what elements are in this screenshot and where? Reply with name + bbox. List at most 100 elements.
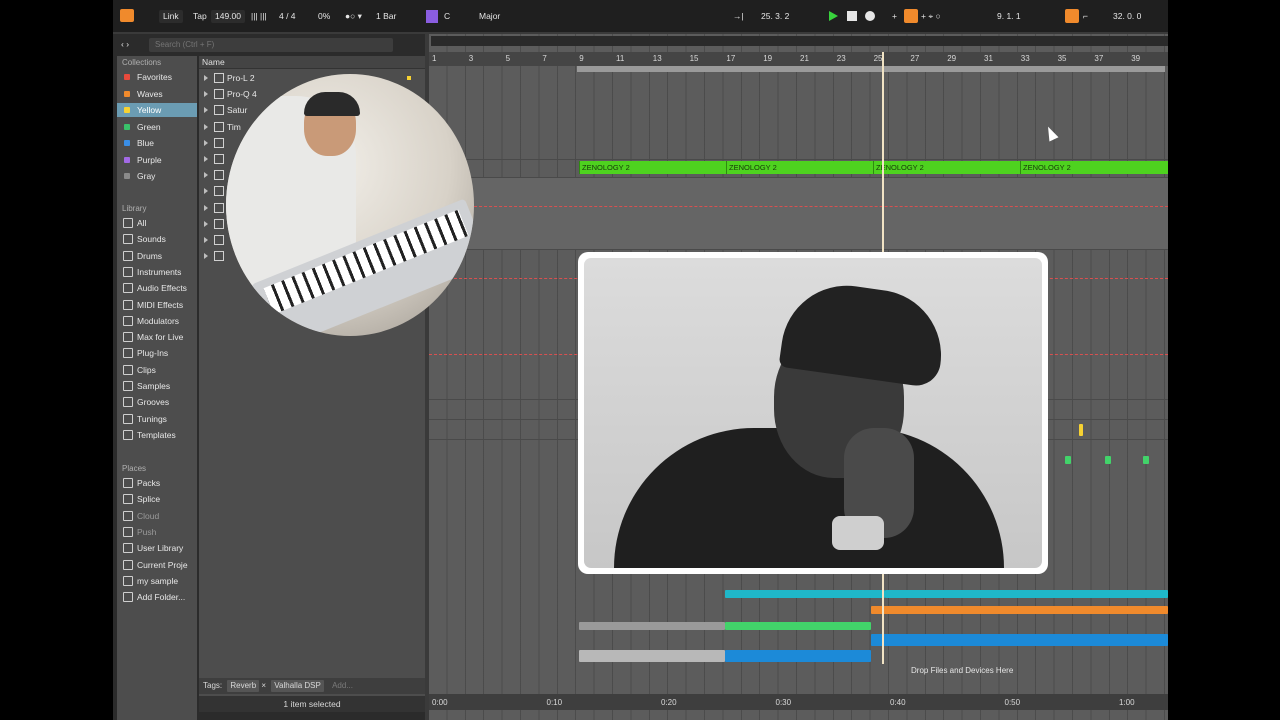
midi-clip-notes[interactable] xyxy=(725,590,885,598)
midi-note[interactable] xyxy=(1143,456,1149,464)
audio-clip[interactable] xyxy=(579,650,725,662)
place-item-user-library[interactable]: User Library xyxy=(117,541,197,555)
expand-icon[interactable] xyxy=(204,237,208,243)
audio-clip[interactable] xyxy=(871,634,1168,646)
place-item-my-sample[interactable]: my sample xyxy=(117,574,197,588)
tap-button[interactable]: Tap xyxy=(193,10,207,23)
collection-favorites[interactable]: Favorites xyxy=(117,70,197,84)
place-label: Splice xyxy=(137,494,161,505)
overdub-icon[interactable]: + xyxy=(892,10,897,23)
expand-icon[interactable] xyxy=(204,172,208,179)
library-item-midi-effects[interactable]: MIDI Effects xyxy=(117,298,197,312)
midi-clip[interactable]: ZENOLOGY 2 xyxy=(873,161,1020,174)
library-item-sounds[interactable]: Sounds xyxy=(117,232,197,246)
reenable-automation-icon[interactable]: + ⌖ ○ xyxy=(921,10,941,23)
library-item-audio-effects[interactable]: Audio Effects xyxy=(117,281,197,295)
tag-chip[interactable]: Valhalla DSP xyxy=(271,680,324,692)
search-input[interactable] xyxy=(149,38,393,52)
library-item-drums[interactable]: Drums xyxy=(117,249,197,263)
record-icon[interactable] xyxy=(865,11,875,21)
midi-clip[interactable]: ZENOLOGY 2 xyxy=(579,161,726,174)
metronome-icon[interactable]: ●○ ▾ xyxy=(345,10,362,23)
collection-blue[interactable]: Blue xyxy=(117,136,197,150)
stop-icon[interactable] xyxy=(847,11,857,21)
link-button[interactable]: Link xyxy=(159,10,183,23)
expand-icon[interactable] xyxy=(204,156,208,162)
collection-gray[interactable]: Gray xyxy=(117,169,197,183)
quantize-menu[interactable]: 1 Bar xyxy=(376,10,396,23)
place-item-splice[interactable]: Splice xyxy=(117,492,197,506)
nudge-icon[interactable]: ||| ||| xyxy=(251,10,267,23)
back-forward-icon[interactable]: ‹ › xyxy=(121,38,129,51)
arrangement-overview[interactable] xyxy=(431,36,1168,46)
groove-amount-field[interactable]: 0% xyxy=(318,10,330,23)
expand-icon[interactable] xyxy=(204,123,208,130)
beat-time-ruler[interactable]: 1 3 5 7 9 11 13 15 17 19 21 23 25 27 29 31 33 35 37 39 xyxy=(429,52,1168,66)
place-item-push[interactable]: Push xyxy=(117,525,197,539)
library-item-grooves[interactable]: Grooves xyxy=(117,395,197,409)
library-item-all[interactable]: All xyxy=(117,216,197,230)
collection-purple[interactable]: Purple xyxy=(117,153,197,167)
name-column-header[interactable]: Name xyxy=(199,56,425,69)
midi-note[interactable] xyxy=(1079,424,1083,436)
track-lane[interactable] xyxy=(429,178,1168,250)
expand-icon[interactable] xyxy=(204,188,208,195)
place-label: Packs xyxy=(137,478,161,488)
loop-length-field[interactable]: 32. 0. 0 xyxy=(1113,10,1141,23)
place-item-current-proje[interactable]: Current Proje xyxy=(117,558,197,572)
loop-start-field[interactable]: 9. 1. 1 xyxy=(997,10,1021,23)
track-lane[interactable]: ZENOLOGY 2 ZENOLOGY 2 ZENOLOGY 2 ZENOLOGY 2 xyxy=(429,160,1168,178)
midi-note[interactable] xyxy=(1065,456,1071,464)
place-item-add-folder-[interactable]: Add Folder... xyxy=(117,590,197,604)
expand-icon[interactable] xyxy=(204,204,208,211)
automation-line[interactable] xyxy=(429,206,1168,207)
loop-brace[interactable] xyxy=(577,66,1165,72)
scale-select[interactable]: Major xyxy=(479,10,500,23)
follow-icon[interactable]: →| xyxy=(733,10,744,23)
collection-waves[interactable]: Waves xyxy=(117,87,197,101)
punch-icon[interactable]: ⌐ xyxy=(1083,10,1088,23)
midi-clip-notes[interactable] xyxy=(871,606,1168,614)
folder-icon xyxy=(123,478,133,488)
midi-clip-notes[interactable] xyxy=(579,622,725,630)
loop-switch-icon[interactable] xyxy=(1065,9,1079,23)
session-view-toggle[interactable] xyxy=(120,9,134,22)
midi-clip[interactable]: ZENOLOGY 2 xyxy=(726,161,873,174)
tempo-field[interactable]: 149.00 xyxy=(211,10,245,23)
time-signature-field[interactable]: 4 / 4 xyxy=(279,10,296,23)
expand-icon[interactable] xyxy=(204,75,208,81)
midi-clip-notes[interactable] xyxy=(885,590,1168,598)
library-label: Modulators xyxy=(137,315,180,326)
time-ruler[interactable]: 0:00 0:10 0:20 0:30 0:40 0:50 1:00 xyxy=(429,694,1168,710)
library-item-templates[interactable]: Templates xyxy=(117,428,197,442)
expand-icon[interactable] xyxy=(204,91,208,98)
expand-icon[interactable] xyxy=(204,107,208,114)
arrangement-position-field[interactable]: 25. 3. 2 xyxy=(761,10,789,23)
remove-tag-icon[interactable]: × xyxy=(261,681,266,690)
automation-arm-icon[interactable] xyxy=(904,9,918,23)
place-item-cloud[interactable]: Cloud xyxy=(117,509,197,523)
expand-icon[interactable] xyxy=(204,253,208,260)
collection-green[interactable]: Green xyxy=(117,120,197,134)
library-item-samples[interactable]: Samples xyxy=(117,379,197,393)
midi-clip[interactable]: ZENOLOGY 2 xyxy=(1020,161,1168,174)
library-item-tunings[interactable]: Tunings xyxy=(117,412,197,426)
library-item-max-for-live[interactable]: Max for Live xyxy=(117,330,197,344)
play-icon[interactable] xyxy=(829,11,838,21)
expand-icon[interactable] xyxy=(204,220,208,227)
scale-mode-icon[interactable] xyxy=(426,10,438,23)
midi-note[interactable] xyxy=(1105,456,1111,464)
tag-chip[interactable]: Reverb xyxy=(227,680,260,692)
library-item-modulators[interactable]: Modulators xyxy=(117,314,197,328)
library-item-instruments[interactable]: Instruments xyxy=(117,265,197,279)
library-item-plug-ins[interactable]: Plug-Ins xyxy=(117,346,197,360)
track-lane[interactable] xyxy=(429,74,1168,160)
expand-icon[interactable] xyxy=(204,139,208,146)
place-item-packs[interactable]: Packs xyxy=(117,476,197,490)
audio-clip[interactable] xyxy=(725,650,871,662)
collection-yellow[interactable]: Yellow xyxy=(117,103,197,117)
midi-clip-notes[interactable] xyxy=(725,622,871,630)
key-select[interactable]: C xyxy=(444,10,450,23)
library-item-clips[interactable]: Clips xyxy=(117,363,197,377)
add-tag-input[interactable]: Add... xyxy=(332,681,353,690)
